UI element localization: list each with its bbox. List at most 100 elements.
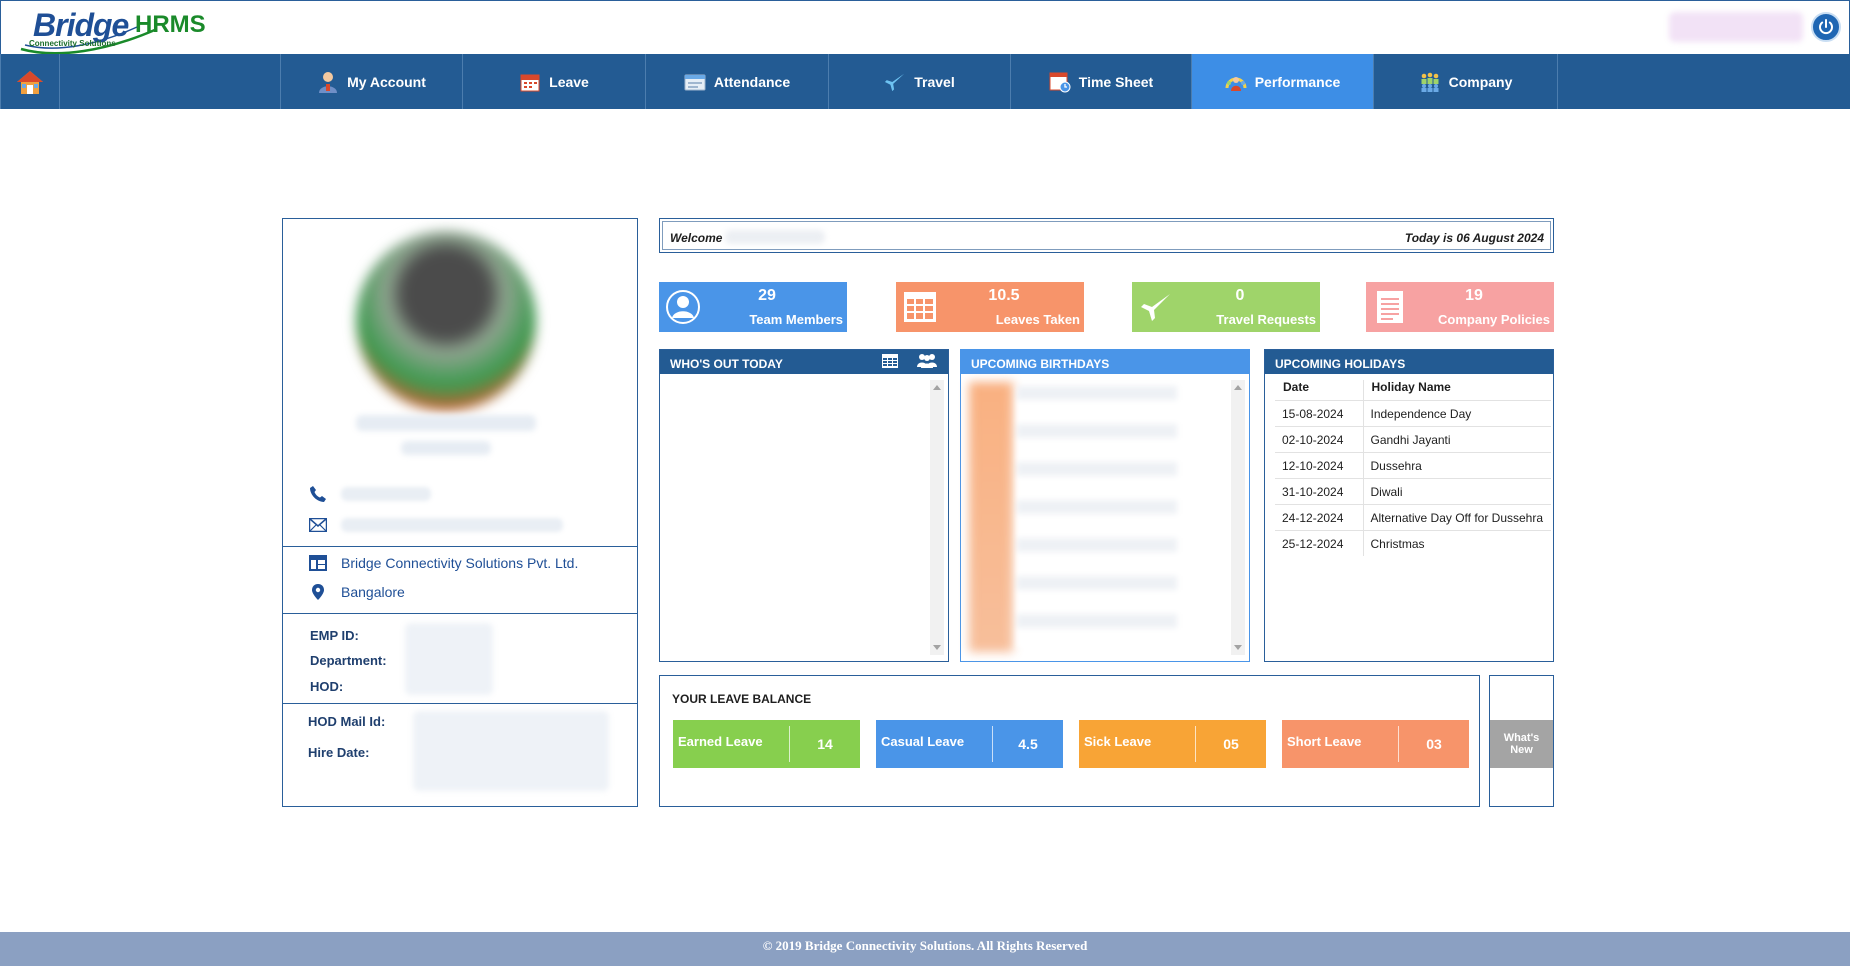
holiday-name: Diwali [1363,478,1551,505]
emp-id-label: EMP ID: [310,628,359,643]
nav-label: Leave [549,73,589,90]
stat-label: Company Policies [1438,312,1550,327]
company-name: Bridge Connectivity Solutions Pvt. Ltd. [341,555,579,571]
whos-out-panel: WHO'S OUT TODAY [659,349,949,662]
leave-balance-panel: YOUR LEAVE BALANCE Earned Leave 14 Casua… [659,675,1480,807]
birthday-avatars-redacted [969,382,1013,652]
employee-name-redacted [356,415,536,431]
company-icon [1419,71,1441,93]
holiday-date: 25-12-2024 [1275,530,1364,556]
divider [283,703,637,704]
avatar [356,231,536,411]
holidays-table: Date Holiday Name 15-08-2024 Independence… [1275,380,1551,556]
whats-new-button[interactable]: What's New [1490,720,1553,768]
stat-value: 29 [758,287,776,304]
stat-label: Travel Requests [1216,312,1316,327]
bridge-hrms-logo[interactable]: Bridge HRMS Connectivity Solutions [17,5,217,55]
leave-value: 05 [1223,736,1239,752]
whos-out-header: WHO'S OUT TODAY [660,350,948,374]
holiday-name: Independence Day [1363,400,1551,427]
main-nav: My Account Leave Attendance Travel Time … [0,54,1850,109]
home-button[interactable] [0,54,60,109]
power-icon [1819,19,1833,35]
nav-label: Travel [914,73,955,90]
scroll-up-icon[interactable] [933,385,941,390]
birthdays-scrollbar[interactable] [1231,380,1245,655]
hire-date-label: Hire Date: [308,745,370,760]
welcome-inner: Welcome Today is 06 August 2024 [662,221,1551,250]
welcome-user-redacted [725,230,825,244]
nav-label: Time Sheet [1078,73,1154,90]
holiday-date: 15-08-2024 [1275,400,1364,427]
nav-performance[interactable]: Performance [1192,54,1374,109]
stat-value: 0 [1235,287,1245,304]
leave-value: 14 [817,736,833,752]
nav-label: My Account [347,73,426,90]
stat-travel-requests[interactable]: 0 Travel Requests [1132,282,1320,332]
scroll-up-icon[interactable] [1234,385,1242,390]
table-row: 25-12-2024 Christmas [1275,530,1551,556]
panel-title: UPCOMING BIRTHDAYS [971,357,1110,371]
table-view-icon[interactable] [882,354,898,371]
panel-title: WHO'S OUT TODAY [670,357,783,371]
home-icon [17,70,43,94]
nav-company[interactable]: Company [1374,54,1558,109]
building-table-icon [309,555,327,571]
holiday-date: 02-10-2024 [1275,426,1364,453]
column-header-date: Date [1275,380,1364,401]
stat-value: 19 [1465,287,1483,304]
table-header-row: Date Holiday Name [1275,380,1551,401]
team-view-icon[interactable] [916,353,938,372]
company-row: Bridge Connectivity Solutions Pvt. Ltd. [309,555,578,571]
stat-team-members[interactable]: 29 Team Members [659,282,847,332]
whos-out-scrollbar[interactable] [930,380,944,655]
leave-sick[interactable]: Sick Leave 05 [1079,720,1266,768]
nav-leave[interactable]: Leave [463,54,646,109]
table-row: 12-10-2024 Dussehra [1275,452,1551,479]
leave-name: Casual Leave [881,734,965,749]
airplane-icon [1138,289,1174,325]
whats-new-line1: What's [1503,732,1540,744]
holiday-name: Gandhi Jayanti [1363,426,1551,453]
leave-earned[interactable]: Earned Leave 14 [673,720,860,768]
whats-new-line2: New [1510,744,1533,756]
nav-travel[interactable]: Travel [829,54,1011,109]
nav-my-account[interactable]: My Account [281,54,463,109]
attendance-card-icon [684,71,706,93]
nav-attendance[interactable]: Attendance [646,54,829,109]
birthdays-panel: UPCOMING BIRTHDAYS [960,349,1250,662]
phone-row [309,485,431,503]
logo-tagline: Connectivity Solutions [29,39,116,48]
leave-balance-title: YOUR LEAVE BALANCE [672,692,812,706]
leave-name: Earned Leave [678,734,763,749]
welcome-bar: Welcome Today is 06 August 2024 [659,218,1554,253]
column-header-holiday-name: Holiday Name [1371,380,1451,394]
birthday-names-redacted [1017,386,1177,648]
leave-casual[interactable]: Casual Leave 4.5 [876,720,1063,768]
nav-label: Attendance [713,73,791,90]
nav-time-sheet[interactable]: Time Sheet [1011,54,1192,109]
today-date: Today is 06 August 2024 [1404,231,1544,245]
stat-leaves-taken[interactable]: 10.5 Leaves Taken [896,282,1084,332]
scroll-down-icon[interactable] [933,645,941,650]
table-row: 15-08-2024 Independence Day [1275,400,1551,427]
footer-copyright: © 2019 Bridge Connectivity Solutions. Al… [762,938,1088,953]
stat-label: Leaves Taken [995,312,1080,327]
logout-button[interactable] [1811,12,1841,42]
location-text: Bangalore [341,584,405,600]
welcome-label: Welcome [670,231,723,245]
divider [283,613,637,614]
leave-name: Sick Leave [1084,734,1152,749]
stat-company-policies[interactable]: 19 Company Policies [1366,282,1554,332]
nav-label: Company [1448,73,1513,90]
leave-short[interactable]: Short Leave 03 [1282,720,1469,768]
divider [283,546,637,547]
user-icon [317,71,339,93]
profile-card: Bridge Connectivity Solutions Pvt. Ltd. … [282,218,638,807]
scroll-down-icon[interactable] [1234,645,1242,650]
location-pin-icon [312,584,324,600]
nav-label: Performance [1254,73,1341,90]
holiday-name: Alternative Day Off for Dussehra [1363,504,1551,531]
stat-label: Team Members [749,312,843,327]
person-circle-icon [665,289,701,325]
